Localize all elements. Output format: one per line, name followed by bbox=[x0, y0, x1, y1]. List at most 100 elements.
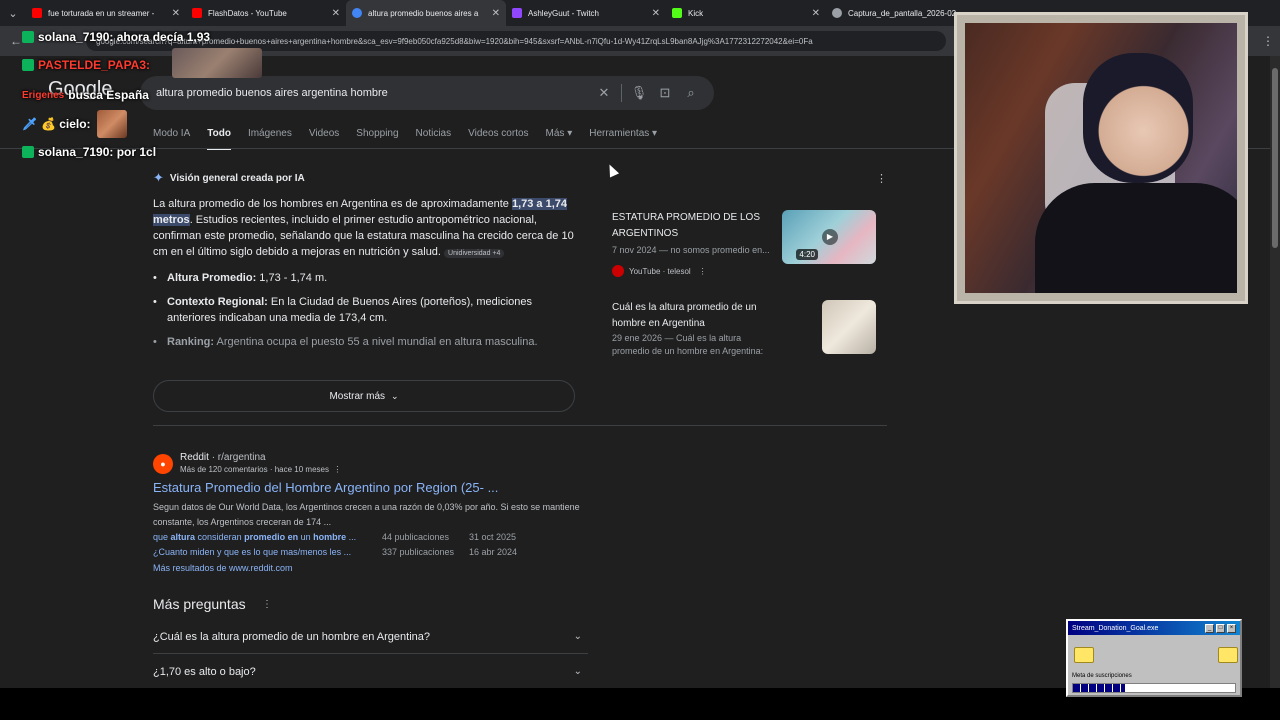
result-snippet: Segun datos de Our World Data, los Argen… bbox=[153, 502, 580, 527]
tab-noticias[interactable]: Noticias bbox=[416, 128, 452, 150]
search-divider bbox=[621, 84, 622, 102]
browser-tab[interactable]: FlashDatos - YouTube ✕ bbox=[186, 0, 346, 26]
chat-emote bbox=[172, 48, 262, 78]
question-item[interactable]: ¿Cuál es la altura promedio de un hombre… bbox=[153, 620, 588, 654]
close-icon[interactable]: ✕ bbox=[332, 8, 340, 19]
question-text: ¿Cuál es la altura promedio de un hombre… bbox=[153, 630, 431, 643]
chevron-down-icon: ⌄ bbox=[573, 631, 582, 642]
chat-badge-icon bbox=[22, 31, 34, 43]
chat-message: Erigenes busca España bbox=[22, 88, 149, 102]
minimize-icon: _ bbox=[1205, 623, 1214, 633]
folder-icon bbox=[1074, 647, 1094, 663]
chat-text: solana_7190: ahora decía 1,93 bbox=[38, 30, 211, 44]
show-more-button[interactable]: Mostrar más ⌄ bbox=[153, 380, 575, 412]
ai-text-end: . Estudios recientes, incluido el primer… bbox=[153, 214, 574, 258]
bullet-label: Contexto Regional: bbox=[167, 296, 268, 308]
bullet-item: Altura Promedio: 1,73 - 1,74 m. bbox=[153, 270, 578, 286]
chat-text: busca España bbox=[68, 88, 149, 102]
tab-shopping[interactable]: Shopping bbox=[356, 128, 398, 150]
sublink-title[interactable]: que altura consideran promedio en un hom… bbox=[153, 532, 382, 542]
people-also-ask-title: Más preguntas bbox=[153, 596, 246, 612]
tab-label: FlashDatos - YouTube bbox=[208, 8, 287, 18]
page-scrollbar[interactable] bbox=[1270, 56, 1280, 688]
microphone-icon[interactable]: 🎙 bbox=[626, 85, 652, 101]
browser-tab[interactable]: AshleyGuut - Twitch ✕ bbox=[506, 0, 666, 26]
more-options-icon[interactable]: ⋮ bbox=[262, 599, 272, 610]
close-icon: × bbox=[1227, 623, 1236, 633]
chat-badge-icon bbox=[22, 59, 34, 71]
kick-icon bbox=[672, 8, 682, 18]
result-site[interactable]: Reddit · r/argentina bbox=[180, 452, 266, 463]
sublink-count: 44 publicaciones bbox=[382, 532, 450, 542]
card-title: Cuál es la altura promedio de un hombre … bbox=[612, 302, 757, 329]
youtube-icon bbox=[612, 265, 624, 277]
goal-label: Meta de suscripciones bbox=[1072, 673, 1132, 679]
bullet-text: 1,73 - 1,74 m. bbox=[256, 272, 328, 284]
tab-todo[interactable]: Todo bbox=[207, 128, 231, 150]
video-thumbnail[interactable]: ▶ 4:20 bbox=[782, 210, 876, 264]
sublink-title[interactable]: ¿Cuanto miden y que es lo que mas/menos … bbox=[153, 547, 382, 557]
reddit-icon: ● bbox=[153, 454, 173, 474]
ai-overview-title: Visión general creada por IA bbox=[169, 172, 305, 184]
browser-menu-icon[interactable]: ⋮ bbox=[1262, 34, 1274, 48]
close-icon[interactable]: ✕ bbox=[172, 8, 180, 19]
webcam-feed bbox=[965, 23, 1237, 293]
window-title: Stream_Donation_Goal.exe bbox=[1072, 624, 1159, 632]
play-icon: ▶ bbox=[822, 229, 838, 245]
chat-username: Erigenes bbox=[22, 89, 65, 101]
close-icon[interactable]: ✕ bbox=[812, 8, 820, 19]
site-name: Reddit bbox=[180, 452, 209, 463]
more-results-link[interactable]: Más resultados de www.reddit.com bbox=[153, 563, 293, 573]
tab-videos-cortos[interactable]: Videos cortos bbox=[468, 128, 528, 150]
question-item[interactable]: ¿1,70 es alto o bajo? ⌄ bbox=[153, 655, 588, 688]
sublink-row[interactable]: ¿Cuanto miden y que es lo que mas/menos … bbox=[153, 547, 517, 557]
streamer-body bbox=[1035, 183, 1237, 293]
search-icon[interactable]: ⌕ bbox=[678, 85, 704, 101]
streamer-face bbox=[1083, 53, 1193, 183]
goal-progress-fill bbox=[1073, 684, 1125, 692]
video-duration: 4:20 bbox=[796, 249, 818, 260]
google-icon bbox=[352, 8, 362, 18]
lens-icon[interactable]: ⊡ bbox=[652, 85, 678, 101]
bullet-label: Altura Promedio: bbox=[167, 272, 257, 284]
tab-mas[interactable]: Más ▾ bbox=[546, 128, 573, 150]
more-options-icon[interactable]: ⋮ bbox=[699, 267, 707, 276]
tab-imagenes[interactable]: Imágenes bbox=[248, 128, 292, 150]
sublink-count: 337 publicaciones bbox=[382, 547, 455, 557]
ai-source-card[interactable]: ESTATURA PROMEDIO DE LOS ARGENTINOS 7 no… bbox=[602, 202, 884, 286]
card-source-label: YouTube · telesol bbox=[629, 266, 691, 276]
close-icon[interactable]: ✕ bbox=[652, 8, 660, 19]
close-icon[interactable]: ✕ bbox=[492, 8, 500, 19]
tab-herramientas[interactable]: Herramientas ▾ bbox=[589, 128, 657, 150]
chat-text: solana_7190: por 1cl bbox=[38, 145, 157, 159]
clear-icon[interactable]: ✕ bbox=[591, 85, 617, 101]
browser-tab[interactable]: fue torturada en un streamer - ✕ bbox=[26, 0, 186, 26]
result-title-link[interactable]: Estatura Promedio del Hombre Argentino p… bbox=[153, 480, 498, 495]
source-chip[interactable]: Unidiversidad +4 bbox=[444, 249, 505, 258]
maximize-icon: □ bbox=[1216, 623, 1225, 633]
browser-tab-active[interactable]: altura promedio buenos aires a ✕ bbox=[346, 0, 506, 26]
sublink-row[interactable]: que altura consideran promedio en un hom… bbox=[153, 532, 516, 542]
browser-tab[interactable]: Kick ✕ bbox=[666, 0, 826, 26]
article-thumbnail[interactable] bbox=[822, 300, 876, 354]
more-options-icon[interactable]: ⋮ bbox=[876, 172, 887, 185]
sword-icon: 🗡 bbox=[22, 117, 38, 131]
search-input[interactable]: altura promedio buenos aires argentina h… bbox=[156, 87, 591, 99]
tab-search-menu-icon[interactable]: ⌄ bbox=[0, 0, 26, 26]
card-meta: 29 ene 2026 — Cuál es la altura promedio… bbox=[612, 333, 764, 356]
chevron-down-icon: ⌄ bbox=[573, 666, 582, 677]
youtube-icon bbox=[192, 8, 202, 18]
search-box[interactable]: altura promedio buenos aires argentina h… bbox=[140, 76, 714, 110]
chat-text: cielo: bbox=[59, 117, 91, 131]
fade-overlay bbox=[150, 354, 580, 376]
sublink-date: 16 abr 2024 bbox=[469, 547, 518, 557]
bullet-text: Argentina ocupa el puesto 55 a nivel mun… bbox=[214, 336, 538, 348]
tab-videos[interactable]: Videos bbox=[309, 128, 339, 150]
tab-modo-ia[interactable]: Modo IA bbox=[153, 128, 190, 150]
mouse-cursor bbox=[604, 162, 620, 178]
ai-source-card[interactable]: Cuál es la altura promedio de un hombre … bbox=[602, 292, 884, 376]
chat-emote bbox=[96, 110, 127, 138]
chat-badge-icon bbox=[22, 146, 34, 158]
bullet-item: Contexto Regional: En la Ciudad de Bueno… bbox=[153, 294, 578, 326]
scrollbar-thumb[interactable] bbox=[1272, 68, 1278, 248]
